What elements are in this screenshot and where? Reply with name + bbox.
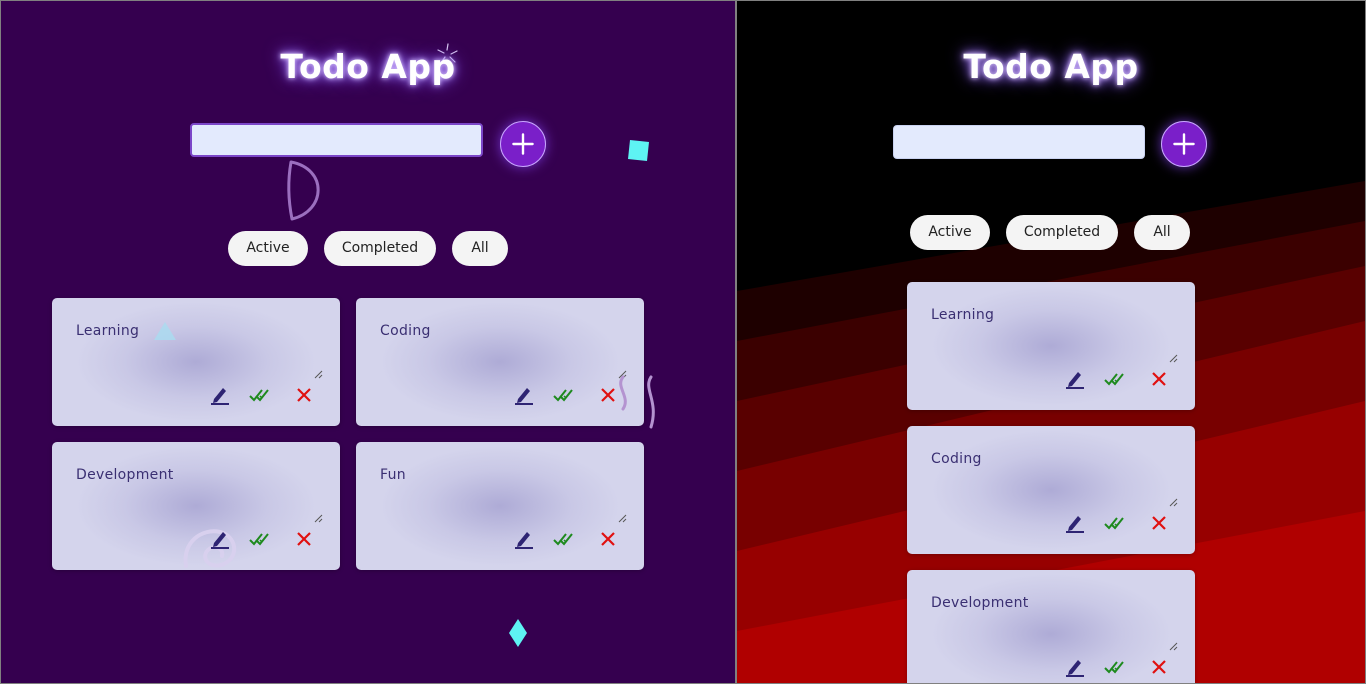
resize-handle-icon[interactable]	[1168, 497, 1178, 507]
double-check-icon[interactable]	[553, 528, 577, 550]
double-check-icon[interactable]	[1104, 512, 1128, 534]
filter-active-button[interactable]: Active	[910, 215, 990, 250]
todo-card: Learning	[52, 298, 340, 426]
edit-icon[interactable]	[1063, 656, 1087, 678]
d-shape-decoration	[287, 160, 320, 221]
left-pane: Todo App Active Completed All Learning C…	[1, 1, 735, 683]
edit-icon[interactable]	[512, 528, 536, 550]
delete-icon[interactable]	[292, 384, 316, 406]
resize-handle-icon[interactable]	[1168, 353, 1178, 363]
squiggle-decoration	[619, 375, 655, 429]
todo-card: Development	[52, 442, 340, 570]
double-check-icon[interactable]	[1104, 656, 1128, 678]
double-check-icon[interactable]	[553, 384, 577, 406]
delete-icon[interactable]	[1147, 656, 1171, 678]
todo-text: Coding	[380, 323, 431, 339]
cyan-square-decoration	[628, 140, 649, 161]
todo-text: Coding	[931, 451, 982, 467]
todo-input[interactable]	[893, 125, 1145, 159]
todo-card: Coding	[907, 426, 1195, 554]
filter-all-button[interactable]: All	[1134, 215, 1190, 250]
add-todo-button[interactable]	[500, 121, 546, 167]
filter-active-button[interactable]: Active	[228, 231, 308, 266]
todo-card: Learning	[907, 282, 1195, 410]
double-check-icon[interactable]	[1104, 368, 1128, 390]
app-title: Todo App	[280, 47, 456, 86]
plus-icon	[512, 133, 534, 155]
right-pane: Todo App Active Completed All Learning C…	[737, 1, 1365, 683]
todo-card: Coding	[356, 298, 644, 426]
delete-icon[interactable]	[596, 528, 620, 550]
resize-handle-icon[interactable]	[313, 369, 323, 379]
edit-icon[interactable]	[1063, 512, 1087, 534]
todo-text: Development	[76, 467, 174, 483]
delete-icon[interactable]	[1147, 368, 1171, 390]
delete-icon[interactable]	[292, 528, 316, 550]
filter-completed-button[interactable]: Completed	[324, 231, 436, 266]
delete-icon[interactable]	[1147, 512, 1171, 534]
filter-all-button[interactable]: All	[452, 231, 508, 266]
todo-card: Development	[907, 570, 1195, 683]
resize-handle-icon[interactable]	[313, 513, 323, 523]
app-title: Todo App	[963, 47, 1139, 86]
edit-icon[interactable]	[208, 528, 232, 550]
edit-icon[interactable]	[1063, 368, 1087, 390]
double-check-icon[interactable]	[249, 528, 273, 550]
filter-completed-button[interactable]: Completed	[1006, 215, 1118, 250]
todo-text: Fun	[380, 467, 406, 483]
todo-input[interactable]	[190, 123, 483, 157]
add-todo-button[interactable]	[1161, 121, 1207, 167]
resize-handle-icon[interactable]	[1168, 641, 1178, 651]
todo-text: Learning	[931, 307, 995, 323]
todo-text: Development	[931, 595, 1029, 611]
double-check-icon[interactable]	[249, 384, 273, 406]
edit-icon[interactable]	[208, 384, 232, 406]
plus-icon	[1173, 133, 1195, 155]
triangle-decoration	[154, 322, 176, 340]
edit-icon[interactable]	[512, 384, 536, 406]
resize-handle-icon[interactable]	[617, 513, 627, 523]
todo-text: Learning	[76, 323, 140, 339]
todo-card: Fun	[356, 442, 644, 570]
cyan-diamond-decoration	[509, 619, 527, 647]
